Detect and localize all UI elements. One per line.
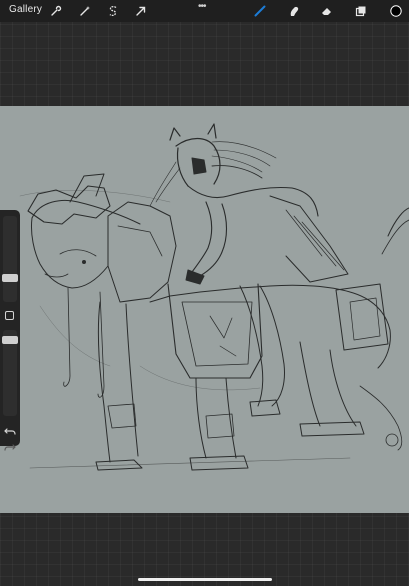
drawing-canvas[interactable] <box>0 106 409 513</box>
modify-square-icon[interactable] <box>5 311 14 320</box>
brush-size-slider[interactable] <box>2 216 18 302</box>
transform-arrow-icon[interactable] <box>132 2 150 20</box>
top-toolbar: Gallery ••• <box>0 0 409 22</box>
opacity-handle[interactable] <box>2 336 18 344</box>
redo-icon[interactable] <box>3 442 17 456</box>
layers-icon[interactable] <box>352 2 370 20</box>
magic-wand-icon[interactable] <box>76 2 94 20</box>
smudge-icon[interactable] <box>285 2 303 20</box>
brush-icon[interactable] <box>251 2 269 20</box>
opacity-slider[interactable] <box>2 330 18 416</box>
wrench-icon[interactable] <box>47 2 65 20</box>
left-sidebar <box>0 210 20 451</box>
more-dots[interactable]: ••• <box>198 1 206 12</box>
home-indicator[interactable] <box>138 578 272 581</box>
brush-size-handle[interactable] <box>2 274 18 282</box>
gallery-button[interactable]: Gallery <box>9 4 42 15</box>
selection-s-icon[interactable] <box>104 2 122 20</box>
undo-icon[interactable] <box>3 424 17 438</box>
eraser-icon[interactable] <box>318 2 336 20</box>
color-swatch-icon[interactable] <box>387 2 405 20</box>
sketch-artwork <box>19 123 409 471</box>
